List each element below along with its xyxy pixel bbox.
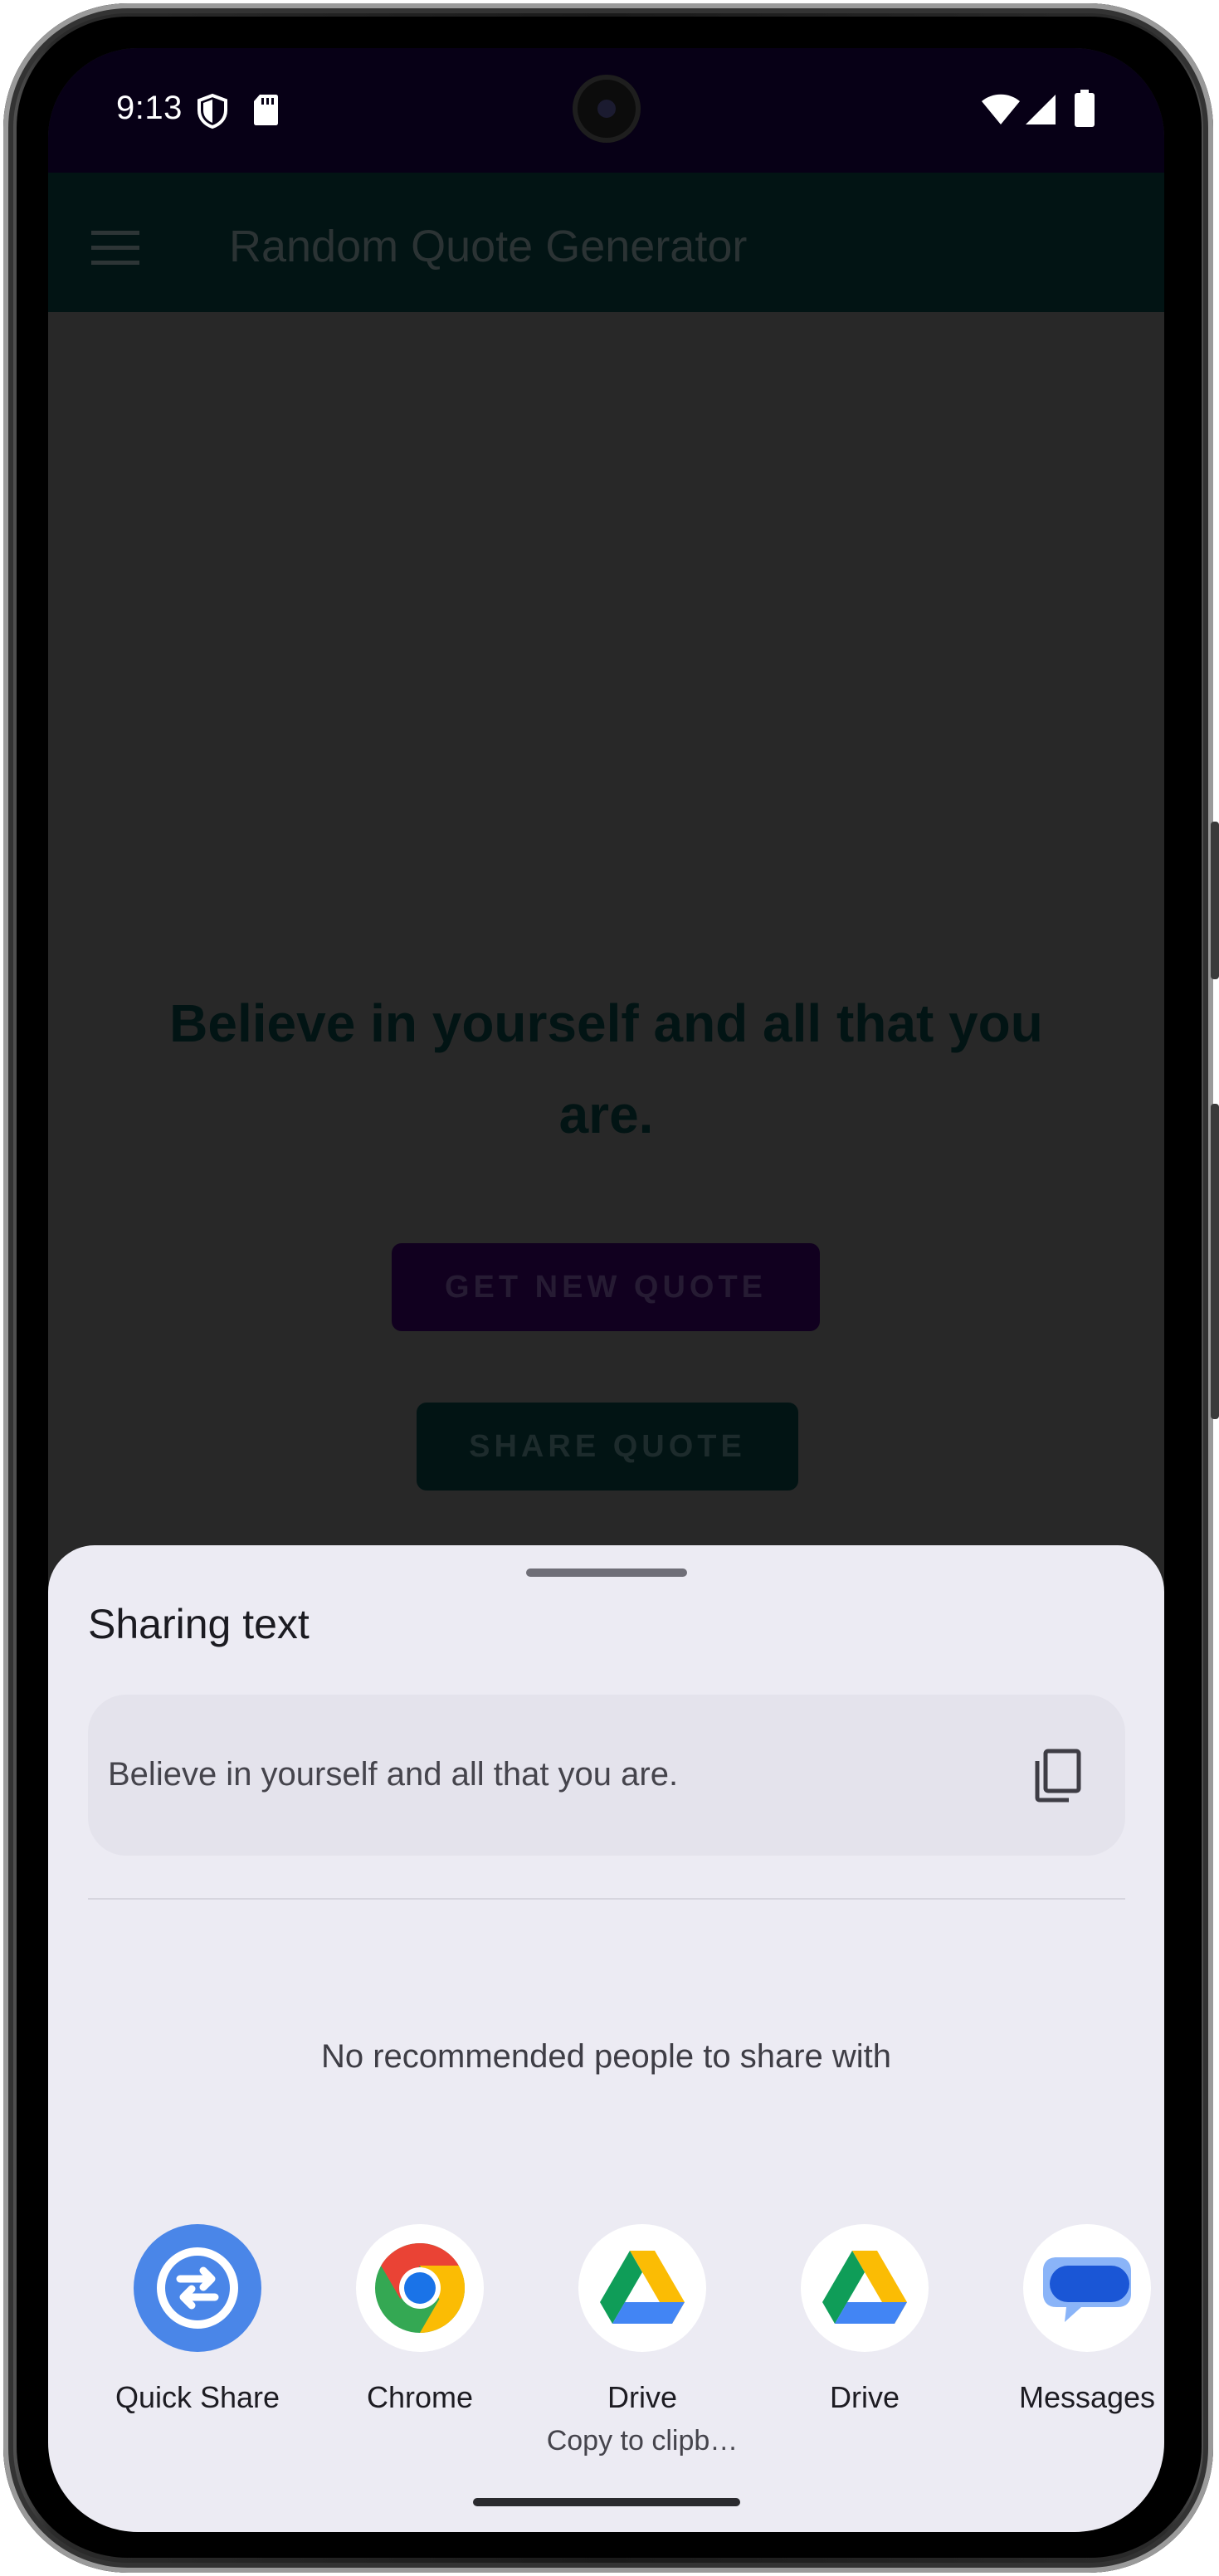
phone-device: 9:13 Random Quote Generator Believe in y… xyxy=(0,0,1219,2576)
gesture-nav-bar[interactable] xyxy=(473,2498,740,2506)
battery-icon xyxy=(1074,90,1095,132)
share-sheet: Sharing text Believe in yourself and all… xyxy=(48,1545,1164,2532)
sheet-title: Sharing text xyxy=(88,1601,310,1647)
app-title: Random Quote Generator xyxy=(229,222,748,271)
no-recommended-people-text: No recommended people to share with xyxy=(320,2038,892,2075)
share-target-label: Drive xyxy=(829,2380,900,2414)
menu-bar-middle xyxy=(91,246,139,250)
volume-button xyxy=(1211,1104,1219,1419)
sheet-drag-handle[interactable] xyxy=(526,1569,687,1577)
menu-bar-top xyxy=(91,231,139,235)
share-target-label: Chrome xyxy=(366,2380,474,2414)
screen: 9:13 Random Quote Generator Believe in y… xyxy=(48,48,1164,2532)
drive-icon xyxy=(801,2224,929,2352)
share-target-label: Messages xyxy=(1018,2380,1156,2414)
wifi-icon xyxy=(981,93,1021,130)
status-bar: 9:13 xyxy=(48,48,1164,173)
share-quote-button[interactable]: SHARE QUOTE xyxy=(417,1403,798,1490)
quote-text: Believe in yourself and all that you are… xyxy=(169,993,1043,1144)
messages-icon xyxy=(1023,2224,1151,2352)
chrome-icon xyxy=(356,2224,484,2352)
cell-signal-icon xyxy=(1024,93,1057,130)
share-target-label: Drive xyxy=(607,2380,677,2414)
drive-icon xyxy=(578,2224,706,2352)
share-preview-card: Believe in yourself and all that you are… xyxy=(88,1695,1125,1856)
share-target-label: Quick Share xyxy=(115,2380,280,2414)
preview-text: Believe in yourself and all that you are… xyxy=(108,1756,679,1793)
share-target-drive[interactable]: Drive xyxy=(757,2224,973,2415)
power-button xyxy=(1211,822,1219,979)
share-target-chrome[interactable]: Chrome xyxy=(312,2224,528,2415)
share-target-quick-share[interactable]: Quick Share xyxy=(90,2224,305,2415)
get-new-quote-button[interactable]: GET NEW QUOTE xyxy=(392,1243,820,1331)
status-time: 9:13 xyxy=(116,90,183,126)
share-target-messages[interactable]: Messages xyxy=(979,2224,1164,2415)
menu-button[interactable] xyxy=(91,231,139,267)
quick-share-icon xyxy=(134,2224,261,2352)
sheet-divider xyxy=(88,1898,1125,1900)
menu-bar-bottom xyxy=(91,261,139,265)
sd-card-icon xyxy=(252,93,279,130)
menu-icon[interactable] xyxy=(91,276,139,312)
shield-icon xyxy=(196,93,229,134)
front-camera xyxy=(573,75,641,143)
copy-icon[interactable] xyxy=(1029,1746,1087,1804)
share-target-drive-copy[interactable]: Drive Copy to clipb… xyxy=(534,2224,750,2457)
share-targets-row: Quick Share Chrome Drive Copy to clipb… … xyxy=(48,2224,1164,2473)
share-target-sublabel: Copy to clipb… xyxy=(546,2425,739,2456)
